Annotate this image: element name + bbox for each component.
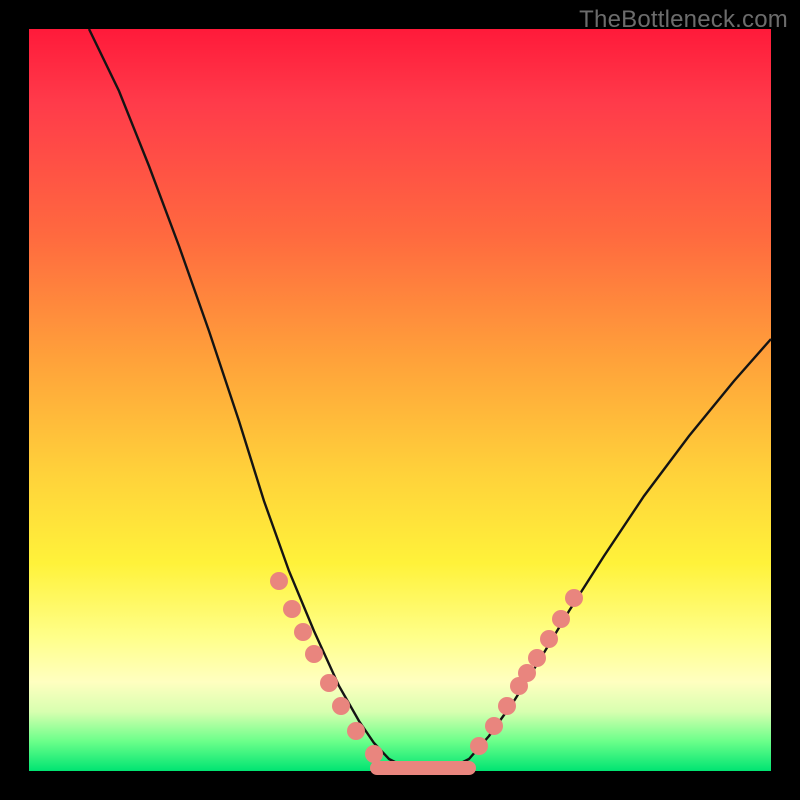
- dots-right-group: [470, 589, 583, 755]
- data-point: [320, 674, 338, 692]
- chart-svg: [29, 29, 771, 771]
- data-point: [332, 697, 350, 715]
- dots-left-group: [270, 572, 383, 763]
- data-point: [565, 589, 583, 607]
- data-point: [470, 737, 488, 755]
- plot-area: [29, 29, 771, 771]
- data-point: [305, 645, 323, 663]
- data-point: [485, 717, 503, 735]
- data-point: [283, 600, 301, 618]
- data-point: [294, 623, 312, 641]
- watermark-text: TheBottleneck.com: [579, 6, 788, 34]
- data-point: [528, 649, 546, 667]
- v-curve-path: [89, 29, 771, 771]
- outer-frame: TheBottleneck.com: [0, 0, 800, 800]
- data-point: [540, 630, 558, 648]
- data-point: [270, 572, 288, 590]
- data-point: [347, 722, 365, 740]
- data-point: [552, 610, 570, 628]
- data-point: [365, 745, 383, 763]
- data-point: [518, 664, 536, 682]
- data-point: [498, 697, 516, 715]
